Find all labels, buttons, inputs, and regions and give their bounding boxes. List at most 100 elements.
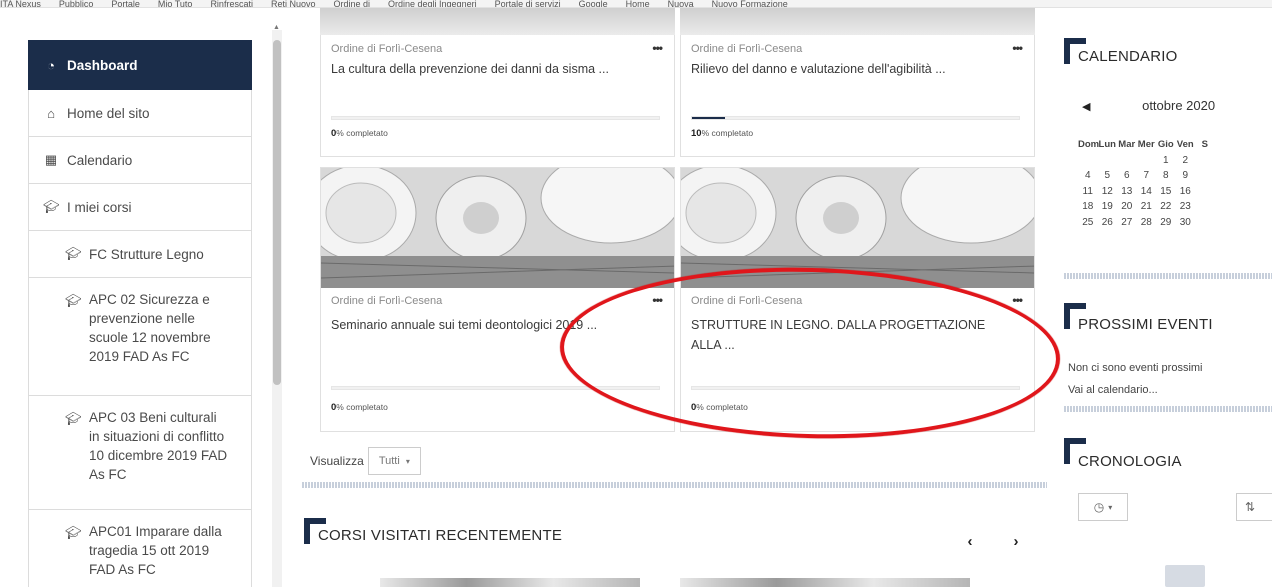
calendar-weekday: Ven xyxy=(1176,139,1194,151)
sort-icon: ⇅ xyxy=(1245,500,1256,514)
nav-label: Home del sito xyxy=(67,105,150,121)
tachometer-icon: ◔ xyxy=(47,57,55,73)
calendar-day[interactable]: 13 xyxy=(1117,186,1137,197)
calendar-day[interactable]: 23 xyxy=(1176,201,1196,212)
calendar-day[interactable]: 20 xyxy=(1117,201,1137,212)
view-select[interactable]: Tutti ▾ xyxy=(367,447,421,475)
progress-text: 10% completato xyxy=(691,128,753,139)
calendar-day[interactable]: 25 xyxy=(1078,217,1098,228)
nav-drawer: ◔ Dashboard ⌂ Home del sito ▦ Calendario… xyxy=(28,40,252,587)
nav-my-courses[interactable]: 🎓︎ I miei corsi xyxy=(28,184,252,231)
calendar-month: ottobre 2020 xyxy=(1142,98,1216,113)
nav-course-apc02[interactable]: 🎓︎ APC 02 Sicurezza e prevenzione nelle … xyxy=(28,278,252,396)
calendar-day[interactable]: 28 xyxy=(1137,217,1157,228)
graduation-cap-icon: 🎓︎ xyxy=(65,293,82,308)
course-card[interactable]: Ordine di Forlì-Cesena ••• Rilievo del d… xyxy=(680,35,1035,157)
calendar-day[interactable]: 12 xyxy=(1098,186,1118,197)
chevron-left-icon[interactable]: ‹ xyxy=(957,528,983,554)
progress-label: % completato xyxy=(336,128,388,138)
course-card[interactable]: Ordine di Forlì-Cesena ••• La cultura de… xyxy=(320,35,675,157)
calendar-day[interactable]: 1 xyxy=(1156,155,1176,166)
calendar-day[interactable]: 22 xyxy=(1156,201,1176,212)
nav-course-apc03[interactable]: 🎓︎ APC 03 Beni culturali in situazioni d… xyxy=(28,396,252,510)
section-divider xyxy=(1064,406,1272,412)
bookmark-item[interactable]: Nuova xyxy=(668,0,694,7)
calendar-weekday-row: Dom Lun Mar Mer Gio Ven S xyxy=(1078,137,1215,153)
calendar-day[interactable]: 16 xyxy=(1176,186,1196,197)
view-label: Visualizza xyxy=(310,454,364,468)
calendar-day[interactable]: 15 xyxy=(1156,186,1176,197)
calendar-month-nav: ◀ ottobre 2020 xyxy=(1082,98,1272,113)
bookmark-item[interactable]: Google xyxy=(579,0,608,7)
calendar-week-row: 11 12 13 14 15 16 xyxy=(1078,184,1215,200)
calendar-day[interactable]: 5 xyxy=(1098,170,1118,181)
calendar-day[interactable]: 29 xyxy=(1156,217,1176,228)
scroll-up-icon[interactable]: ▲ xyxy=(273,24,280,31)
section-corner-mark xyxy=(1064,438,1086,464)
home-icon: ⌂ xyxy=(47,105,55,121)
events-calendar-link[interactable]: Vai al calendario... xyxy=(1068,384,1158,396)
nav-calendar[interactable]: ▦ Calendario xyxy=(28,137,252,184)
more-options-icon[interactable]: ••• xyxy=(1012,41,1023,55)
calendar-day[interactable]: 30 xyxy=(1176,217,1196,228)
bookmark-item[interactable]: Ordine degli Ingegneri xyxy=(388,0,477,7)
nav-label: APC01 Imparare dalla tragedia 15 ott 201… xyxy=(89,524,222,577)
bookmark-item[interactable]: Rinfrescati xyxy=(210,0,253,7)
calendar-weekday: S xyxy=(1201,139,1208,151)
timeline-empty-icon xyxy=(1165,565,1205,587)
timeline-filter-button[interactable]: ◷ ▾ xyxy=(1078,493,1128,521)
course-image[interactable] xyxy=(321,168,674,288)
more-options-icon[interactable]: ••• xyxy=(652,41,663,55)
more-options-icon[interactable]: ••• xyxy=(1012,293,1023,307)
calendar-day[interactable]: 11 xyxy=(1078,186,1098,197)
nav-dashboard[interactable]: ◔ Dashboard xyxy=(28,40,252,90)
nav-course-fc-strutture-legno[interactable]: 🎓︎ FC Strutture Legno xyxy=(28,231,252,278)
calendar-day[interactable]: 26 xyxy=(1098,217,1118,228)
bookmark-item[interactable]: Mio Tuto xyxy=(158,0,193,7)
calendar-week-row: 456789 xyxy=(1078,168,1215,184)
calendar-week-row: 18 19 20 21 22 23 xyxy=(1078,199,1215,215)
bookmark-item[interactable]: ITA Nexus xyxy=(0,0,41,7)
calendar-weekday: Dom xyxy=(1078,139,1100,151)
calendar-day[interactable]: 8 xyxy=(1156,170,1176,181)
bookmark-item[interactable]: Nuovo Formazione xyxy=(712,0,788,7)
progress-label: % completato xyxy=(336,402,388,412)
calendar-day[interactable]: 18 xyxy=(1078,201,1098,212)
timeline-sort-button[interactable]: ⇅ xyxy=(1236,493,1272,521)
nav-label: APC 02 Sicurezza e prevenzione nelle scu… xyxy=(89,292,211,364)
section-divider xyxy=(1064,273,1272,279)
calendar-day[interactable]: 6 xyxy=(1117,170,1137,181)
bookmark-item[interactable]: Home xyxy=(626,0,650,7)
course-title[interactable]: La cultura della prevenzione dei danni d… xyxy=(331,59,660,79)
calendar-grid: Dom Lun Mar Mer Gio Ven S 1 2 4 5 6 7 8 9 11 12 13 14 15 16 1… xyxy=(1078,137,1215,230)
recent-course-image[interactable] xyxy=(680,578,970,587)
progress-value: 10 xyxy=(691,128,702,139)
calendar-day[interactable]: 14 xyxy=(1137,186,1157,197)
bookmark-item[interactable]: Ordine di xyxy=(333,0,370,7)
bookmark-item[interactable]: Portale di servizi xyxy=(495,0,561,7)
bookmark-item[interactable]: Portale xyxy=(111,0,140,7)
calendar-day[interactable]: 4 xyxy=(1078,170,1098,181)
bookmark-item[interactable]: Pubblico xyxy=(59,0,94,7)
calendar-day[interactable]: 19 xyxy=(1098,201,1118,212)
calendar-day[interactable]: 21 xyxy=(1137,201,1157,212)
view-filter: Visualizza Tutti ▾ xyxy=(310,447,421,475)
course-title[interactable]: Rilievo del danno e valutazione dell'agi… xyxy=(691,59,1020,79)
bookmark-item[interactable]: Reti Nuovo xyxy=(271,0,316,7)
section-corner-mark xyxy=(1064,303,1086,329)
chevron-right-icon[interactable]: › xyxy=(1003,528,1029,554)
progress-text: 0% completato xyxy=(331,402,388,413)
sidebar-scrollbar-thumb[interactable] xyxy=(273,40,281,385)
calendar-day[interactable]: 2 xyxy=(1176,155,1196,166)
recent-course-image[interactable] xyxy=(380,578,640,587)
course-image-cropped xyxy=(320,8,675,36)
course-category: Ordine di Forlì-Cesena xyxy=(691,43,803,55)
nav-home[interactable]: ⌂ Home del sito xyxy=(28,90,252,137)
nav-course-apc01[interactable]: 🎓︎ APC01 Imparare dalla tragedia 15 ott … xyxy=(28,510,252,587)
progress-label: % completato xyxy=(701,128,754,138)
caret-left-icon[interactable]: ◀ xyxy=(1082,101,1090,113)
nav-label: Dashboard xyxy=(67,57,138,73)
calendar-day[interactable]: 7 xyxy=(1137,170,1157,181)
calendar-day[interactable]: 9 xyxy=(1176,170,1196,181)
calendar-day[interactable]: 27 xyxy=(1117,217,1137,228)
